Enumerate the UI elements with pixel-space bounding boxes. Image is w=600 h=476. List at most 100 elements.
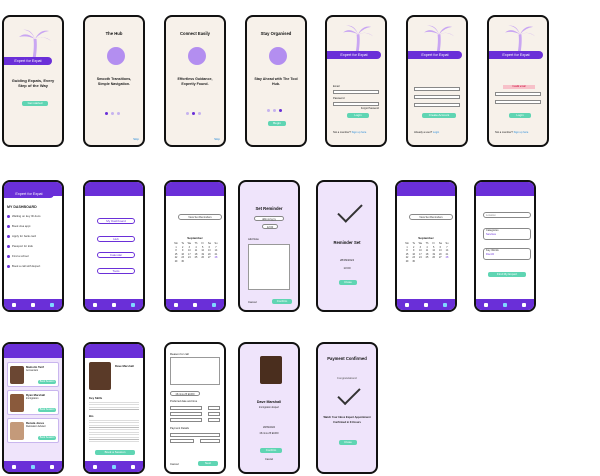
home-icon[interactable] [443,302,448,307]
calendar-day[interactable]: 6 [437,246,443,249]
calendar-day[interactable]: 24 [186,256,192,259]
calendar-day[interactable]: 9 [411,249,417,252]
calendar-grid[interactable]: Mo Tu We Th Fr Sa Su 1 2 3 4 5 6 7 8 9 10 11 12 13 14 15 16 17 1… [173,242,219,263]
get-started-button[interactable]: Get started [22,101,48,106]
search-icon[interactable] [111,464,116,469]
calendar-day[interactable]: 16 [180,253,186,256]
calendar-day[interactable]: 5 [431,246,437,249]
calendar-day[interactable]: 9 [180,249,186,252]
list-item[interactable]: Book visa appt [7,222,59,230]
calendar-day[interactable]: 10 [186,249,192,252]
calendar-day[interactable]: 30 [180,260,186,263]
date-option[interactable] [170,412,202,416]
list-item[interactable]: Passport for kids [7,242,59,250]
calendar-day[interactable]: 14 [444,249,450,252]
calendar-day[interactable]: 10 [417,249,423,252]
reminders-select[interactable]: View Set Reminders [178,214,222,220]
reminders-select[interactable]: View Set Reminders [409,214,453,220]
card-number-field[interactable] [170,433,220,437]
calendar-day[interactable]: 2 [411,246,417,249]
name-field[interactable] [414,87,460,91]
search-icon[interactable] [111,302,116,307]
list-item[interactable]: Find a school [7,252,59,260]
calendar-day[interactable]: 19 [431,253,437,256]
calendar-day[interactable]: 28 [213,256,219,259]
calendar-day[interactable]: 12 [431,249,437,252]
close-button[interactable]: Close [339,280,357,285]
calendar-day[interactable]: 18 [424,253,430,256]
create-account-button[interactable]: Create Account [422,113,456,118]
expiry-field[interactable] [170,439,194,443]
search-icon[interactable] [30,464,35,469]
search-icon[interactable] [30,302,35,307]
time-option[interactable] [208,406,220,410]
email-field[interactable] [414,95,460,99]
calendar-day[interactable]: 23 [180,256,186,259]
cvc-field[interactable] [200,439,220,443]
time-option[interactable] [208,418,220,422]
calendar-day[interactable]: 21 [213,253,219,256]
calendar-day[interactable]: 4 [193,246,199,249]
calendar-day[interactable]: 22 [404,256,410,259]
calendar-day[interactable]: 14 [213,249,219,252]
calendar-day[interactable]: 30 [411,260,417,263]
tools-icon[interactable] [483,302,488,307]
date-option[interactable] [170,406,202,410]
calendar-day[interactable]: 23 [411,256,417,259]
calendar-day[interactable]: 1 [404,246,410,249]
find-expert-button[interactable]: Find My Expert [488,272,526,277]
cancel-button[interactable]: Cancel [240,458,298,463]
calendar-day[interactable]: 29 [173,260,179,263]
calendar-day[interactable]: 20 [437,253,443,256]
menu-tools-button[interactable]: Tools [97,268,135,274]
calendar-day[interactable]: 5 [200,246,206,249]
list-item[interactable]: Book a call with Expert [7,262,59,270]
calendar-day[interactable]: 17 [417,253,423,256]
calendar-day[interactable]: 7 [444,246,450,249]
date-option[interactable] [170,418,202,422]
reason-textarea[interactable] [170,357,220,385]
tools-icon[interactable] [173,302,178,307]
confirm-button[interactable]: Confirm [272,299,292,304]
home-icon[interactable] [131,302,136,307]
email-field[interactable] [333,90,379,94]
password-field[interactable] [495,100,541,104]
cancel-button[interactable]: Cancel [170,462,179,467]
search-icon[interactable] [502,302,507,307]
home-icon[interactable] [50,302,55,307]
search-icon[interactable] [192,302,197,307]
expert-card[interactable]: Ryan Marshall Immigration Book Session [7,390,59,415]
calendar-day[interactable]: 4 [424,246,430,249]
book-session-button[interactable]: Book Session [38,408,56,412]
calendar-day[interactable]: 22 [173,256,179,259]
duration-select[interactable]: 15 mins 25 EURO [170,391,200,396]
search-icon[interactable] [423,302,428,307]
calendar-day[interactable]: 11 [193,249,199,252]
home-icon[interactable] [522,302,527,307]
calendar-day[interactable]: 1 [173,246,179,249]
signup-link[interactable]: Sign up here [352,131,367,134]
calendar-day[interactable]: 27 [437,256,443,259]
calendar-day[interactable]: 29 [404,260,410,263]
calendar-day[interactable]: 16 [411,253,417,256]
cancel-button[interactable]: Cancel [248,300,257,305]
calendar-day[interactable]: 28 [444,256,450,259]
calendar-day[interactable]: 25 [424,256,430,259]
tools-icon[interactable] [92,302,97,307]
menu-hub-button[interactable]: Hub [97,236,135,242]
time-option[interactable] [208,412,220,416]
calendar-day[interactable]: 6 [206,246,212,249]
begin-button[interactable]: Begin [268,121,286,126]
categories-select[interactable]: Categories Services [483,228,531,240]
calendar-day[interactable]: 17 [186,253,192,256]
signup-link[interactable]: Sign up here [514,131,529,134]
calendar-day[interactable]: 20 [206,253,212,256]
home-icon[interactable] [212,302,217,307]
calendar-day[interactable]: 18 [193,253,199,256]
close-button[interactable]: Close [339,440,357,445]
note-textarea[interactable] [248,244,290,290]
list-item[interactable]: Waiting on key ID docs [7,212,59,220]
home-icon[interactable] [50,464,55,469]
skip-link[interactable]: Skip [214,137,220,141]
calendar-day[interactable]: 26 [431,256,437,259]
